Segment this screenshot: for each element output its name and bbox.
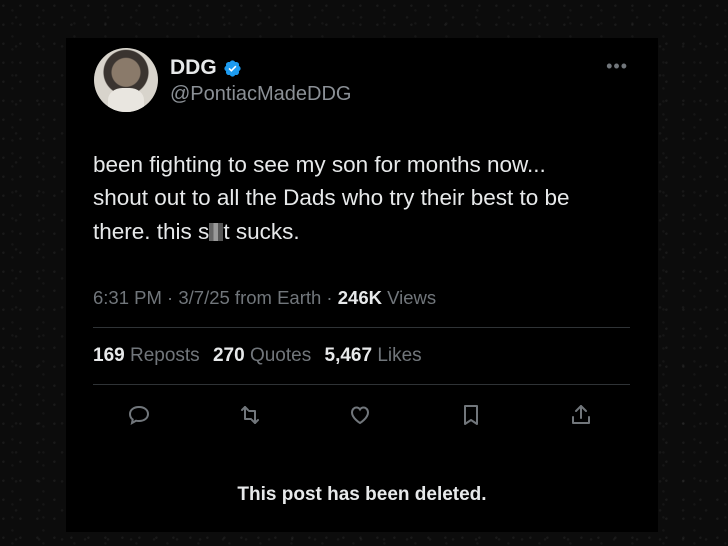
action-bar	[126, 402, 594, 428]
tweet-date[interactable]: 3/7/25	[178, 287, 229, 308]
deleted-notice: This post has been deleted.	[237, 484, 487, 505]
tweet-line-3-start: there. this s	[93, 218, 210, 244]
reply-icon[interactable]	[126, 402, 152, 428]
views-count[interactable]: 246K	[338, 287, 382, 308]
author-name-row: DDG	[170, 56, 242, 80]
tweet-line-3: there. this s t sucks.	[93, 215, 638, 248]
quotes-label[interactable]: Quotes	[250, 345, 311, 366]
avatar[interactable]	[94, 48, 158, 112]
more-options-icon[interactable]: •••	[606, 56, 628, 77]
bookmark-icon[interactable]	[458, 402, 484, 428]
tweet-line-1: been fighting to see my son for months n…	[93, 152, 546, 177]
tweet-line-2: shout out to all the Dads who try their …	[93, 185, 570, 211]
censor-blur-icon	[209, 222, 224, 241]
tweet-time[interactable]: 6:31 PM	[93, 287, 162, 308]
likes-label[interactable]: Likes	[377, 345, 421, 366]
reposts-label[interactable]: Reposts	[130, 345, 200, 366]
tweet-source: from Earth	[229, 287, 322, 308]
divider	[93, 384, 630, 385]
meta-separator: ·	[321, 287, 338, 308]
views-label[interactable]: Views	[382, 287, 436, 308]
reposts-count[interactable]: 169	[93, 345, 125, 366]
divider	[93, 327, 630, 328]
tweet-card: DDG @PontiacMadeDDG ••• been fighting to…	[66, 38, 658, 532]
tweet-text: been fighting to see my son for months n…	[93, 148, 638, 248]
author-handle[interactable]: @PontiacMadeDDG	[170, 83, 351, 106]
repost-icon[interactable]	[237, 402, 263, 428]
tweet-line-3-end: t sucks.	[223, 218, 300, 244]
author-name[interactable]: DDG	[170, 56, 217, 80]
meta-separator: ·	[161, 287, 179, 308]
verified-badge-icon	[224, 59, 241, 77]
engagement-stats: 169 Reposts 270 Quotes 5,467 Likes	[93, 345, 422, 367]
like-icon[interactable]	[347, 402, 373, 428]
quotes-count[interactable]: 270	[213, 345, 245, 366]
share-icon[interactable]	[568, 402, 594, 428]
likes-count[interactable]: 5,467	[325, 345, 373, 366]
tweet-meta: 6:31 PM · 3/7/25 from Earth · 246K Views	[93, 287, 436, 309]
